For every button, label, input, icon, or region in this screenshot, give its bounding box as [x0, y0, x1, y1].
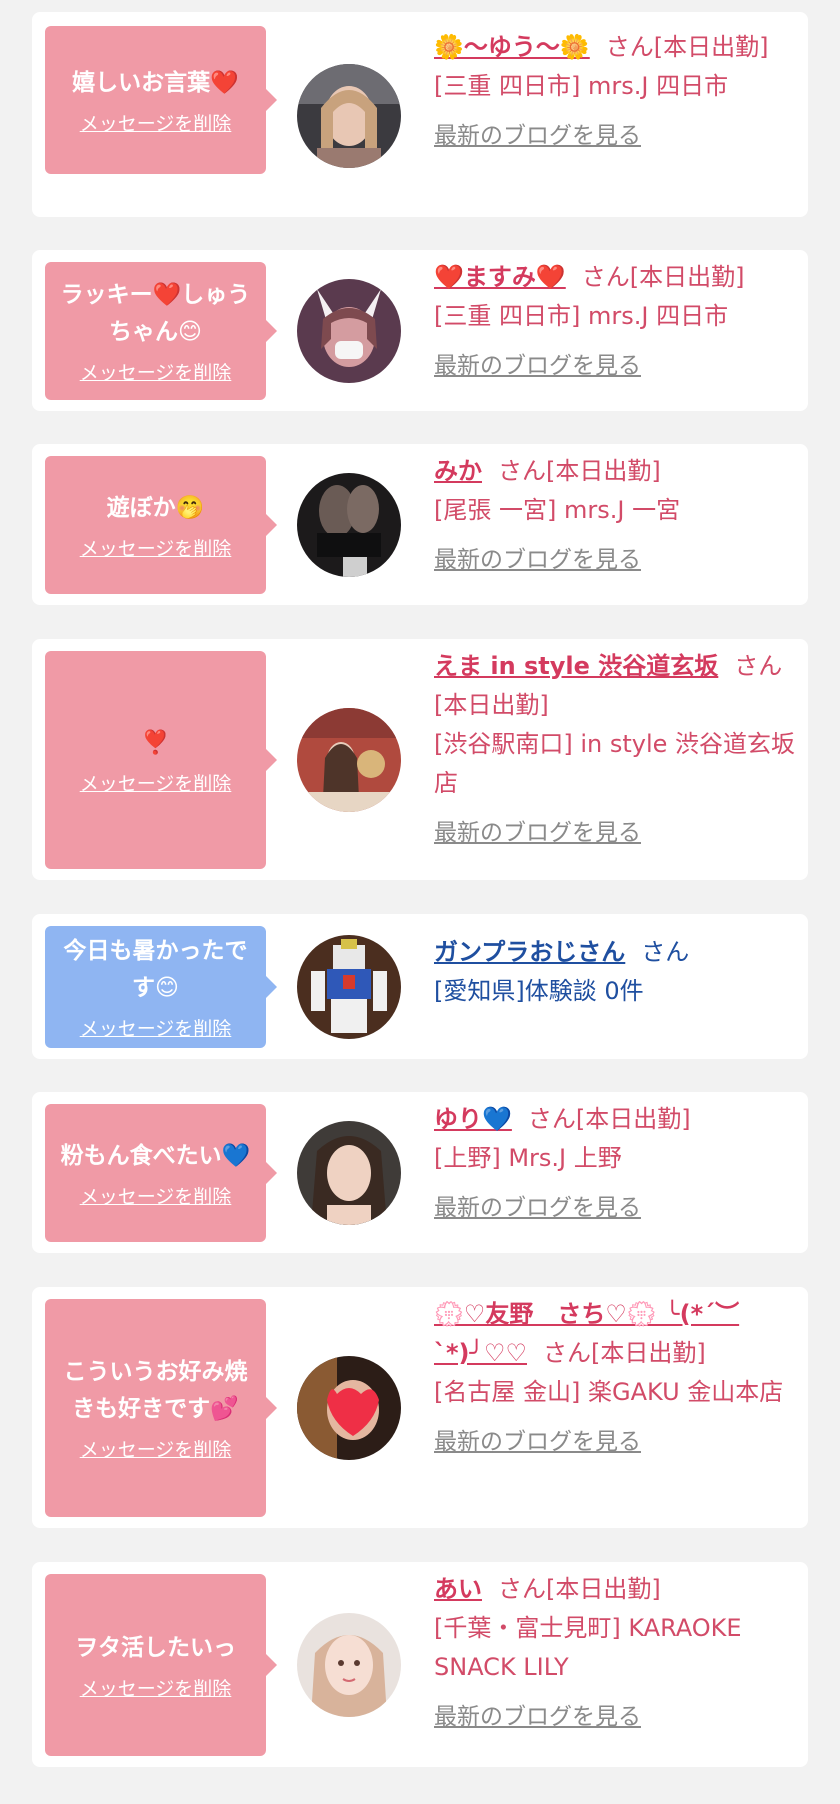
- message-bubble: 嬉しいお言葉❤️ メッセージを削除: [45, 26, 277, 174]
- girl-name-link[interactable]: ゆり💙: [434, 1105, 512, 1133]
- girl-info: あい さん[本日出勤] [千葉・富士見町] KARAOKE SNACK LILY …: [434, 1570, 800, 1731]
- girl-name-link[interactable]: あい: [434, 1575, 482, 1603]
- message-text: ❣️: [141, 729, 170, 756]
- message-card: ❣️ メッセージを削除 えま in style 渋谷道玄坂 さん[本日出勤] [渋…: [32, 639, 808, 880]
- girl-name-link[interactable]: えま in style 渋谷道玄坂: [434, 652, 718, 680]
- message-card: 嬉しいお言葉❤️ メッセージを削除 🌼～ゆう～🌼 さん[本日出勤] [三重 四日市…: [32, 12, 808, 217]
- shop-info: [名古屋 金山] 楽GAKU 金山本店: [434, 1378, 784, 1406]
- girl-name-link[interactable]: ガンプラおじさん: [434, 938, 625, 966]
- delete-message-link[interactable]: メッセージを削除: [80, 1014, 232, 1041]
- message-bubble: ❣️ メッセージを削除: [45, 651, 277, 869]
- delete-message-link[interactable]: メッセージを削除: [80, 1182, 232, 1209]
- latest-blog-link[interactable]: 最新のブログを見る: [434, 346, 641, 380]
- message-card: ヲタ活したいっ メッセージを削除 あい さん[本日出勤] [千葉・富士見町] KA…: [32, 1562, 808, 1767]
- name-suffix: さん[本日出勤]: [581, 263, 745, 291]
- name-suffix: さん[本日出勤]: [498, 457, 661, 485]
- message-bubble: 遊ぼか🤭 メッセージを削除: [45, 456, 277, 594]
- shop-info: [三重 四日市] mrs.J 四日市: [434, 72, 729, 100]
- shop-info: [渋谷駅南口] in style 渋谷道玄坂店: [434, 730, 796, 797]
- avatar[interactable]: [297, 279, 401, 383]
- message-bubble: こういうお好み焼きも好きです💕 メッセージを削除: [45, 1299, 277, 1517]
- girl-info: ❤️ますみ❤️ さん[本日出勤] [三重 四日市] mrs.J 四日市 最新のブロ…: [434, 258, 800, 380]
- latest-blog-link[interactable]: 最新のブログを見る: [434, 116, 641, 150]
- name-suffix: さん[本日出勤]: [605, 33, 769, 61]
- avatar[interactable]: [297, 935, 401, 1039]
- shop-info: [尾張 一宮] mrs.J 一宮: [434, 496, 681, 524]
- avatar[interactable]: [297, 1356, 401, 1460]
- latest-blog-link[interactable]: 最新のブログを見る: [434, 1188, 641, 1222]
- shop-info: [上野] Mrs.J 上野: [434, 1144, 622, 1172]
- girl-info: 💮♡友野 さち♡💮 ╰(*´︶`*)╯♡♡ さん[本日出勤] [名古屋 金山] 楽…: [434, 1295, 800, 1456]
- message-text: 今日も暑かったです😊: [63, 938, 248, 1001]
- avatar[interactable]: [297, 64, 401, 168]
- message-text: ヲタ活したいっ: [75, 1634, 236, 1661]
- message-text: ラッキー❤️しゅうちゃん😊: [60, 282, 251, 345]
- message-card: ラッキー❤️しゅうちゃん😊 メッセージを削除 ❤️ますみ❤️ さん[本日出勤] […: [32, 250, 808, 411]
- delete-message-link[interactable]: メッセージを削除: [80, 769, 232, 796]
- avatar[interactable]: [297, 1613, 401, 1717]
- name-suffix: さん[本日出勤]: [543, 1339, 706, 1367]
- message-card: 遊ぼか🤭 メッセージを削除 みか さん[本日出勤] [尾張 一宮] mrs.J 一…: [32, 444, 808, 605]
- message-text: 嬉しいお言葉❤️: [72, 69, 239, 96]
- shop-info: [三重 四日市] mrs.J 四日市: [434, 302, 729, 330]
- message-text: 遊ぼか🤭: [106, 494, 205, 521]
- girl-info: 🌼～ゆう～🌼 さん[本日出勤] [三重 四日市] mrs.J 四日市 最新のブログ…: [434, 28, 800, 150]
- message-card: こういうお好み焼きも好きです💕 メッセージを削除 💮♡友野 さち♡💮 ╰(*´︶…: [32, 1287, 808, 1528]
- message-bubble: 粉もん食べたい💙 メッセージを削除: [45, 1104, 277, 1242]
- shop-info: [千葉・富士見町] KARAOKE SNACK LILY: [434, 1614, 742, 1681]
- avatar[interactable]: [297, 1121, 401, 1225]
- girl-name-link[interactable]: みか: [434, 457, 482, 485]
- message-bubble: ラッキー❤️しゅうちゃん😊 メッセージを削除: [45, 262, 277, 400]
- latest-blog-link[interactable]: 最新のブログを見る: [434, 1697, 641, 1731]
- delete-message-link[interactable]: メッセージを削除: [80, 1435, 232, 1462]
- avatar[interactable]: [297, 473, 401, 577]
- avatar[interactable]: [297, 708, 401, 812]
- girl-info: えま in style 渋谷道玄坂 さん[本日出勤] [渋谷駅南口] in sty…: [434, 647, 800, 847]
- name-suffix: さん[本日出勤]: [527, 1105, 691, 1133]
- latest-blog-link[interactable]: 最新のブログを見る: [434, 813, 641, 847]
- delete-message-link[interactable]: メッセージを削除: [80, 109, 232, 136]
- message-bubble: 今日も暑かったです😊 メッセージを削除: [45, 926, 277, 1048]
- delete-message-link[interactable]: メッセージを削除: [80, 358, 232, 385]
- message-text: こういうお好み焼きも好きです💕: [63, 1359, 248, 1422]
- message-card: 粉もん食べたい💙 メッセージを削除 ゆり💙 さん[本日出勤] [上野] Mrs.J…: [32, 1092, 808, 1253]
- name-suffix: さん[本日出勤]: [498, 1575, 661, 1603]
- girl-info: みか さん[本日出勤] [尾張 一宮] mrs.J 一宮 最新のブログを見る: [434, 452, 800, 574]
- latest-blog-link[interactable]: 最新のブログを見る: [434, 540, 641, 574]
- latest-blog-link[interactable]: 最新のブログを見る: [434, 1422, 641, 1456]
- girl-name-link[interactable]: ❤️ますみ❤️: [434, 263, 566, 291]
- message-card: 今日も暑かったです😊 メッセージを削除 ガンプラおじさん さん [愛知県]体験談 …: [32, 914, 808, 1059]
- name-suffix: さん: [641, 938, 690, 966]
- girl-info: ゆり💙 さん[本日出勤] [上野] Mrs.J 上野 最新のブログを見る: [434, 1100, 800, 1222]
- message-bubble: ヲタ活したいっ メッセージを削除: [45, 1574, 277, 1756]
- delete-message-link[interactable]: メッセージを削除: [80, 1674, 232, 1701]
- girl-info: ガンプラおじさん さん [愛知県]体験談 0件: [434, 933, 800, 1011]
- delete-message-link[interactable]: メッセージを削除: [80, 534, 232, 561]
- shop-info: [愛知県]体験談 0件: [434, 977, 644, 1005]
- girl-name-link[interactable]: 🌼～ゆう～🌼: [434, 33, 590, 61]
- message-text: 粉もん食べたい💙: [60, 1142, 251, 1169]
